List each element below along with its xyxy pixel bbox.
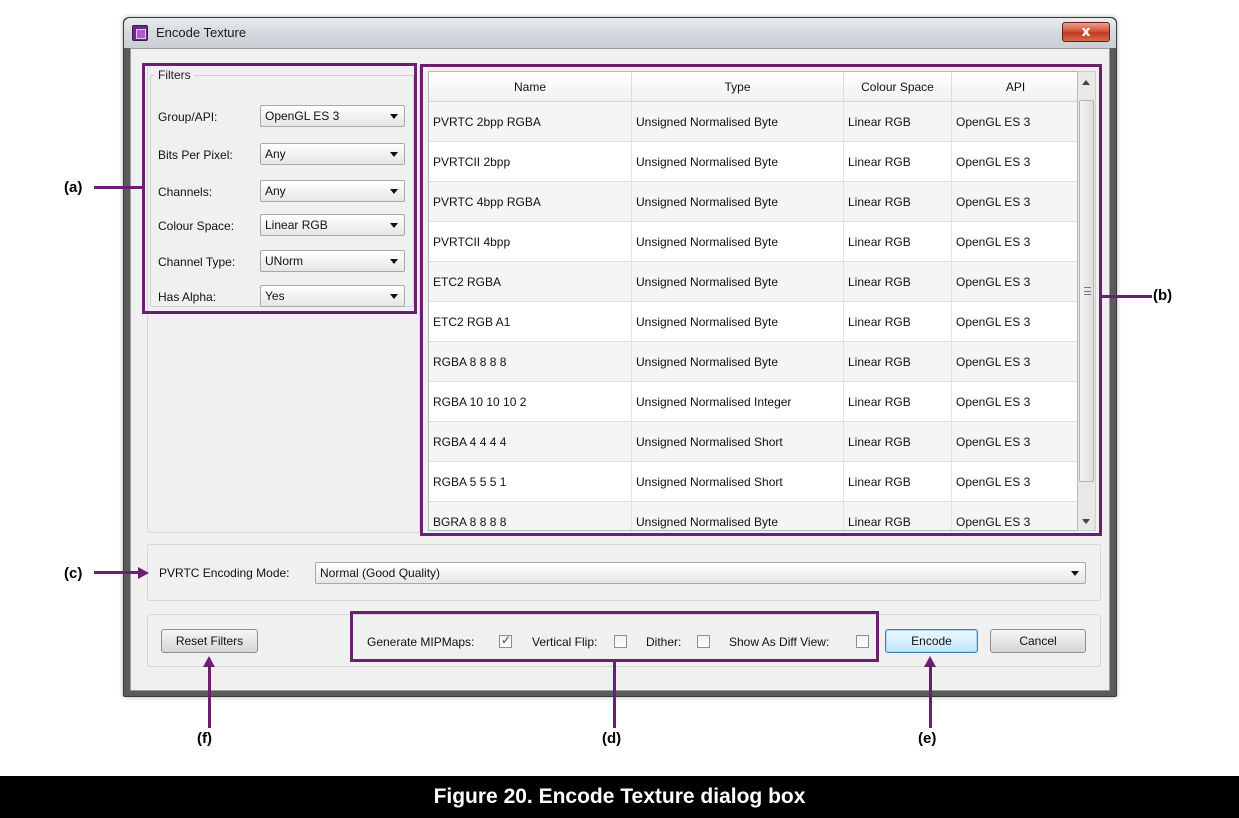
title-bar[interactable]: Encode Texture x [124,18,1116,48]
encoding-mode-select[interactable]: Normal (Good Quality) [315,562,1086,584]
annotation-a-line [94,186,142,189]
annotation-e-line [929,666,932,728]
annotation-b-line [1102,295,1152,298]
annotation-c-line [94,571,139,574]
annotation-f: (f) [197,730,212,747]
encoding-mode-label: PVRTC Encoding Mode: [159,566,290,580]
reset-filters-button[interactable]: Reset Filters [161,629,258,653]
app-icon [132,25,148,41]
window-title: Encode Texture [156,25,247,40]
annotation-c-arrow-icon [138,567,149,579]
annotation-f-line [208,666,211,728]
highlight-options [350,611,879,662]
annotation-a: (a) [64,179,83,196]
chevron-down-icon [1071,571,1079,576]
highlight-table [420,64,1102,536]
annotation-b: (b) [1153,287,1173,304]
annotation-e: (e) [918,730,937,747]
annotation-d-line [613,662,616,728]
cancel-button[interactable]: Cancel [990,629,1086,653]
highlight-filters [142,63,417,314]
close-button[interactable]: x [1062,22,1110,42]
encoding-mode-value: Normal (Good Quality) [320,566,441,580]
figure-caption: Figure 20. Encode Texture dialog box [0,776,1239,818]
encode-button[interactable]: Encode [885,629,978,653]
annotation-c: (c) [64,565,83,582]
annotation-d: (d) [602,730,622,747]
